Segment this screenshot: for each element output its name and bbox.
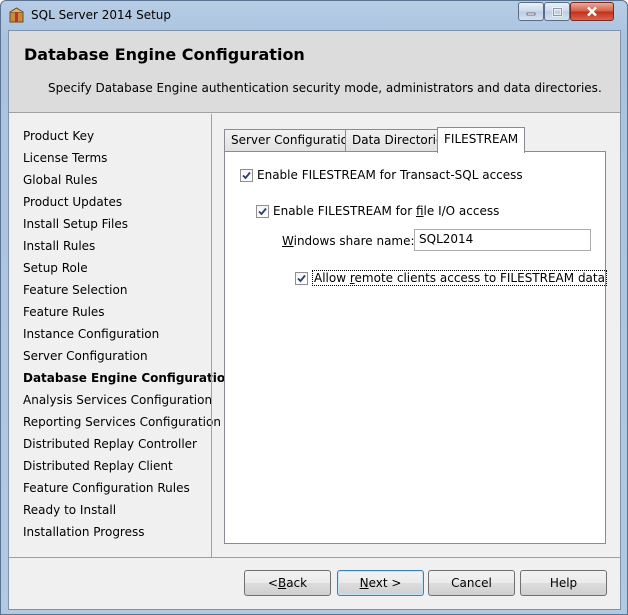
enable-tsql-checkbox[interactable]: Enable FILESTREAM for Transact-SQL acces… [240,168,523,182]
nav-item-install-setup-files[interactable]: Install Setup Files [23,217,128,235]
allow-remote-checkbox[interactable]: Allow remote clients access to FILESTREA… [295,270,607,286]
tab-label: Data Directories [352,133,450,147]
setup-window: SQL Server 2014 Setup Database Engine Co… [0,0,628,615]
checkbox-box[interactable] [240,168,253,182]
nav-item-install-rules[interactable]: Install Rules [23,239,95,257]
minimize-icon [526,12,536,15]
nav-divider [211,114,212,557]
nav-item-ready-to-install[interactable]: Ready to Install [23,503,116,521]
checkbox-box[interactable] [295,271,308,285]
nav-item-analysis-services-configuration[interactable]: Analysis Services Configuration [23,393,212,411]
filestream-tab-panel: Enable FILESTREAM for Transact-SQL acces… [224,151,607,544]
tab-label: FILESTREAM [444,132,519,146]
title-bar[interactable]: SQL Server 2014 Setup [1,1,627,30]
window-title: SQL Server 2014 Setup [31,8,172,22]
page-description: Specify Database Engine authentication s… [48,81,602,95]
page-header: Database Engine Configuration Specify Da… [9,31,620,113]
nav-item-license-terms[interactable]: License Terms [23,151,107,169]
nav-item-feature-selection[interactable]: Feature Selection [23,283,127,301]
nav-item-installation-progress[interactable]: Installation Progress [23,525,145,543]
nav-item-database-engine-configuration[interactable]: Database Engine Configuration [23,371,234,389]
cancel-button[interactable]: Cancel [428,570,515,596]
nav-item-instance-configuration[interactable]: Instance Configuration [23,327,159,345]
back-button[interactable]: < Back [244,570,331,596]
tab-filestream[interactable]: FILESTREAM [437,127,526,153]
sql-setup-box-icon [9,7,24,23]
footer-divider [9,557,620,558]
maximize-button[interactable] [544,2,570,21]
page-title: Database Engine Configuration [24,45,305,64]
nav-item-setup-role[interactable]: Setup Role [23,261,88,279]
checkbox-box[interactable] [256,204,269,218]
minimize-button[interactable] [518,2,544,21]
help-button[interactable]: Help [520,570,607,596]
tab-server-configuration[interactable]: Server Configuration [224,129,363,151]
nav-item-global-rules[interactable]: Global Rules [23,173,97,191]
nav-item-distributed-replay-client[interactable]: Distributed Replay Client [23,459,173,477]
tab-label: Server Configuration [231,133,356,147]
enable-file-io-checkbox[interactable]: Enable FILESTREAM for file I/O access [256,204,499,218]
nav-item-feature-configuration-rules[interactable]: Feature Configuration Rules [23,481,190,499]
enable-file-io-label: Enable FILESTREAM for file I/O access [273,204,500,218]
enable-tsql-label: Enable FILESTREAM for Transact-SQL acces… [257,168,523,182]
nav-item-feature-rules[interactable]: Feature Rules [23,305,105,323]
close-icon [587,6,597,17]
share-name-label: Windows share name: [282,234,415,248]
checkmark-icon [258,207,267,215]
share-name-input[interactable]: SQL2014 [414,229,591,251]
checkmark-icon [242,171,251,179]
close-button[interactable] [570,2,614,21]
next-button[interactable]: Next > [337,570,424,596]
nav-item-server-configuration[interactable]: Server Configuration [23,349,148,367]
checkmark-icon [297,274,306,282]
nav-item-distributed-replay-controller[interactable]: Distributed Replay Controller [23,437,197,455]
setup-steps-nav: Product Key License Terms Global Rules Prod… [9,114,234,557]
nav-item-reporting-services-configuration[interactable]: Reporting Services Configuration [23,415,221,433]
allow-remote-label: Allow remote clients access to FILESTREA… [312,270,607,286]
share-name-value: SQL2014 [419,232,474,246]
nav-item-product-updates[interactable]: Product Updates [23,195,122,213]
maximize-icon [552,7,562,16]
nav-item-product-key[interactable]: Product Key [23,129,94,147]
dialog-client-area: Database Engine Configuration Specify Da… [8,30,621,610]
